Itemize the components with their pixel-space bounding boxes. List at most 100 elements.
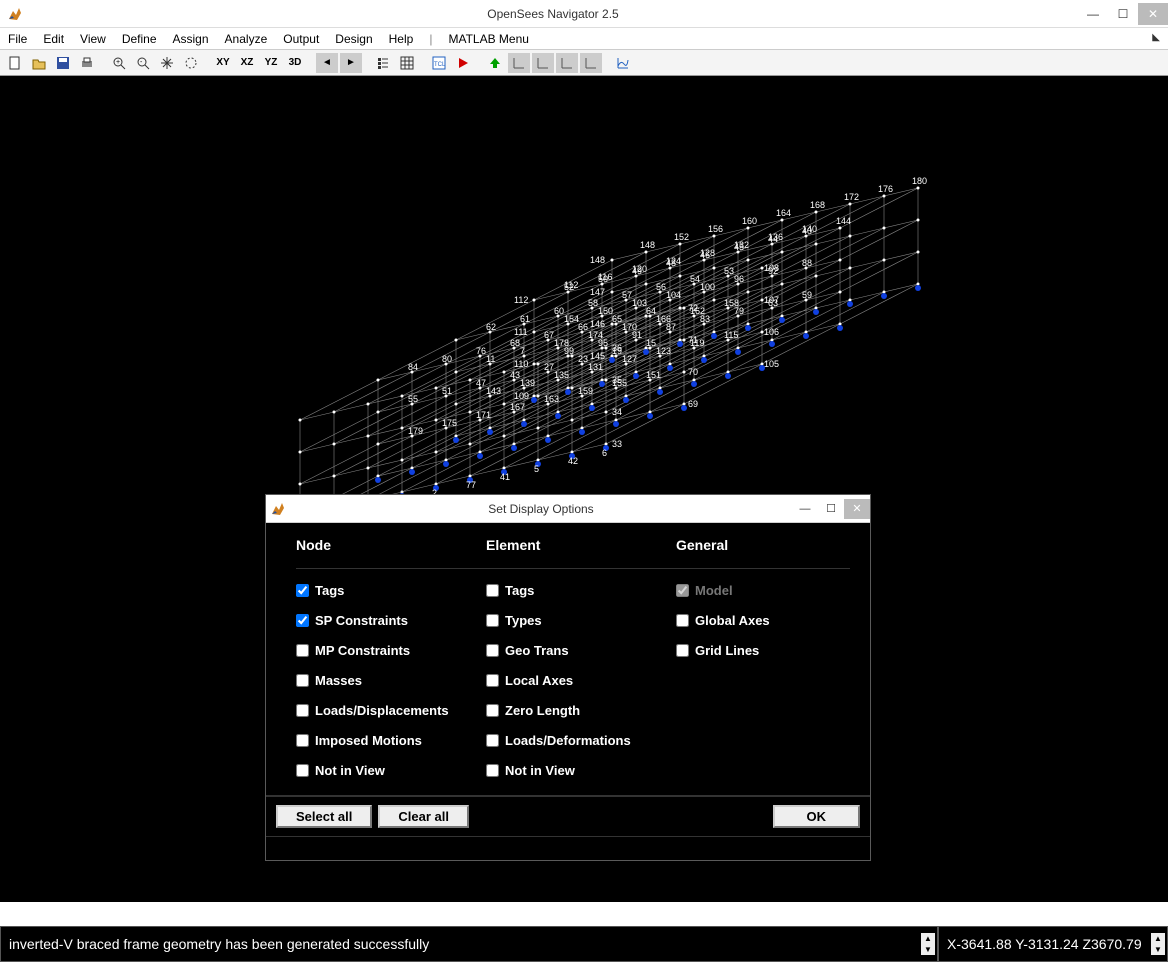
elem-checkbox-1[interactable] <box>486 614 499 627</box>
svg-text:27: 27 <box>544 362 554 372</box>
pan-icon[interactable] <box>156 53 178 73</box>
elem-checkbox-4[interactable] <box>486 704 499 717</box>
svg-text:63: 63 <box>768 298 778 308</box>
app-icon <box>2 4 28 24</box>
gen-checkbox-2[interactable] <box>676 644 689 657</box>
menu-design[interactable]: Design <box>335 32 372 46</box>
graph4-icon[interactable] <box>580 53 602 73</box>
view-3d[interactable]: 3D <box>284 53 306 73</box>
graph2-icon[interactable] <box>532 53 554 73</box>
elem-checkbox-6[interactable] <box>486 764 499 777</box>
up-arrow-icon[interactable] <box>484 53 506 73</box>
svg-text:112: 112 <box>514 295 528 305</box>
gen-checkbox-0 <box>676 584 689 597</box>
elem-checkbox-3[interactable] <box>486 674 499 687</box>
select-all-button[interactable]: Select all <box>276 805 372 828</box>
next-icon[interactable]: ► <box>340 53 362 73</box>
menu-assign[interactable]: Assign <box>173 32 209 46</box>
clear-all-button[interactable]: Clear all <box>378 805 469 828</box>
prev-icon[interactable]: ◄ <box>316 53 338 73</box>
save-icon[interactable] <box>52 53 74 73</box>
node-opt-3[interactable]: Masses <box>296 665 486 695</box>
view-xy[interactable]: XY <box>212 53 234 73</box>
node-checkbox-2[interactable] <box>296 644 309 657</box>
node-opt-4[interactable]: Loads/Displacements <box>296 695 486 725</box>
maximize-button[interactable]: ☐ <box>1108 3 1138 25</box>
gen-opt-2[interactable]: Grid Lines <box>676 635 850 665</box>
elem-checkbox-2[interactable] <box>486 644 499 657</box>
svg-text:11: 11 <box>486 354 495 364</box>
elem-label-3: Local Axes <box>505 673 573 688</box>
dialog-minimize-button[interactable]: — <box>792 499 818 519</box>
svg-text:62: 62 <box>486 322 496 332</box>
svg-text:50: 50 <box>598 274 608 284</box>
node-checkbox-1[interactable] <box>296 614 309 627</box>
print-icon[interactable] <box>76 53 98 73</box>
node-checkbox-6[interactable] <box>296 764 309 777</box>
svg-text:41: 41 <box>500 472 510 482</box>
view-yz[interactable]: YZ <box>260 53 282 73</box>
menu-help[interactable]: Help <box>389 32 414 46</box>
menu-edit[interactable]: Edit <box>43 32 64 46</box>
node-checkbox-3[interactable] <box>296 674 309 687</box>
tcl-icon[interactable]: TCL <box>428 53 450 73</box>
run-icon[interactable] <box>452 53 474 73</box>
elem-checkbox-0[interactable] <box>486 584 499 597</box>
elem-opt-0[interactable]: Tags <box>486 575 676 605</box>
svg-text:-: - <box>140 59 143 66</box>
menu-file[interactable]: File <box>8 32 27 46</box>
status-coords-box: X-3641.88 Y-3131.24 Z3670.79 ▲▼ <box>938 926 1168 962</box>
svg-text:56: 56 <box>656 282 666 292</box>
plot-icon[interactable] <box>612 53 634 73</box>
elem-opt-3[interactable]: Local Axes <box>486 665 676 695</box>
svg-text:51: 51 <box>442 386 452 396</box>
grid-icon[interactable] <box>396 53 418 73</box>
node-checkbox-0[interactable] <box>296 584 309 597</box>
node-checkbox-5[interactable] <box>296 734 309 747</box>
elem-opt-4[interactable]: Zero Length <box>486 695 676 725</box>
open-icon[interactable] <box>28 53 50 73</box>
ok-button[interactable]: OK <box>773 805 861 828</box>
node-opt-0[interactable]: Tags <box>296 575 486 605</box>
svg-text:55: 55 <box>408 394 418 404</box>
minimize-button[interactable]: — <box>1078 3 1108 25</box>
gen-checkbox-1[interactable] <box>676 614 689 627</box>
zoom-in-icon[interactable]: + <box>108 53 130 73</box>
svg-text:176: 176 <box>878 184 893 194</box>
menu-corner-icon[interactable]: ◣ <box>1152 32 1160 43</box>
menu-output[interactable]: Output <box>283 32 319 46</box>
graph1-icon[interactable] <box>508 53 530 73</box>
coords-scroll[interactable]: ▲▼ <box>1151 933 1165 955</box>
elem-checkbox-5[interactable] <box>486 734 499 747</box>
node-opt-1[interactable]: SP Constraints <box>296 605 486 635</box>
node-opt-6[interactable]: Not in View <box>296 755 486 785</box>
menu-analyze[interactable]: Analyze <box>225 32 268 46</box>
svg-text:57: 57 <box>622 290 632 300</box>
elem-opt-5[interactable]: Loads/Deformations <box>486 725 676 755</box>
close-button[interactable]: ✕ <box>1138 3 1168 25</box>
menu-matlab[interactable]: MATLAB Menu <box>448 32 528 46</box>
node-opt-5[interactable]: Imposed Motions <box>296 725 486 755</box>
elem-opt-1[interactable]: Types <box>486 605 676 635</box>
new-icon[interactable] <box>4 53 26 73</box>
menu-view[interactable]: View <box>80 32 106 46</box>
svg-text:110: 110 <box>514 359 528 369</box>
graph3-icon[interactable] <box>556 53 578 73</box>
dialog-close-button[interactable]: ✕ <box>844 499 870 519</box>
node-opt-2[interactable]: MP Constraints <box>296 635 486 665</box>
node-checkbox-4[interactable] <box>296 704 309 717</box>
dialog-maximize-button[interactable]: ☐ <box>818 499 844 519</box>
svg-text:19: 19 <box>612 346 622 356</box>
zoom-out-icon[interactable]: - <box>132 53 154 73</box>
options-icon[interactable] <box>372 53 394 73</box>
status-scroll[interactable]: ▲▼ <box>921 933 935 955</box>
menu-define[interactable]: Define <box>122 32 157 46</box>
gen-opt-1[interactable]: Global Axes <box>676 605 850 635</box>
svg-text:92: 92 <box>768 266 778 276</box>
elem-opt-2[interactable]: Geo Trans <box>486 635 676 665</box>
view-xz[interactable]: XZ <box>236 53 258 73</box>
svg-text:64: 64 <box>646 306 656 316</box>
rotate-icon[interactable] <box>180 53 202 73</box>
elem-opt-6[interactable]: Not in View <box>486 755 676 785</box>
svg-text:34: 34 <box>612 407 622 417</box>
